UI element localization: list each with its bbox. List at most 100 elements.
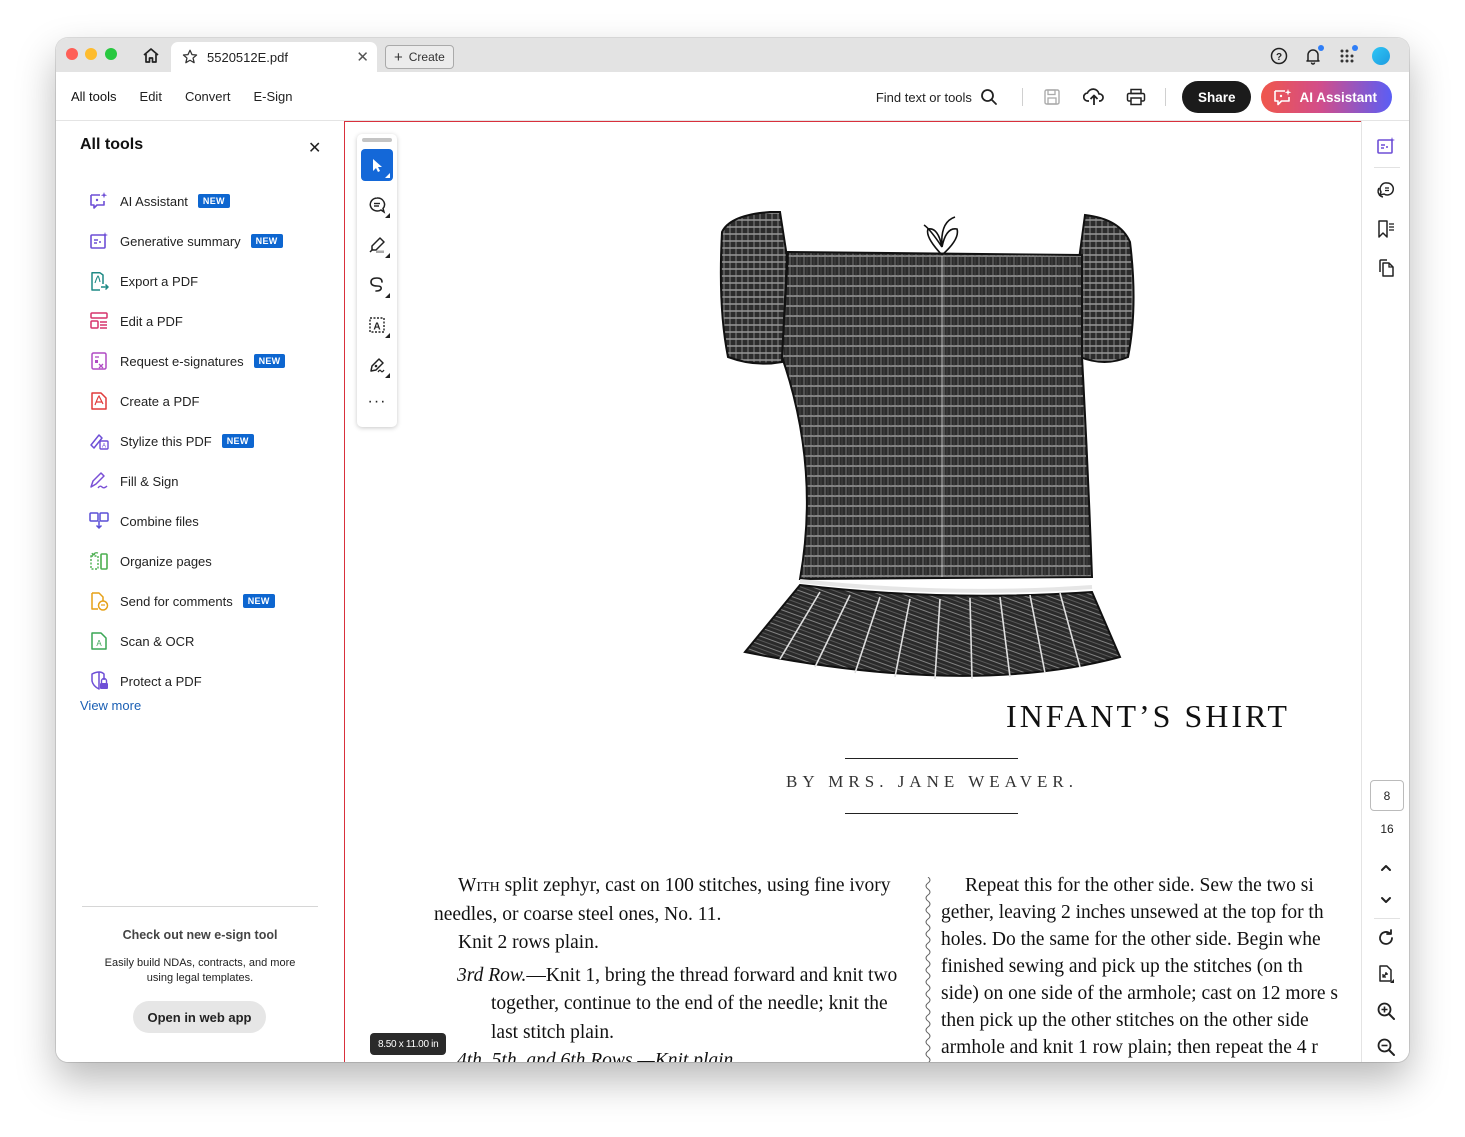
create-pdf-icon xyxy=(89,391,109,411)
stylize-pdf-icon: A xyxy=(89,431,109,451)
text-line: Repeat this for the other side. Sew the … xyxy=(965,875,1314,896)
fit-page-button[interactable] xyxy=(1375,963,1397,985)
panel-title: All tools xyxy=(80,136,144,153)
submenu-indicator xyxy=(385,333,390,338)
save-button[interactable] xyxy=(1035,82,1069,112)
select-tool-button[interactable] xyxy=(361,149,393,181)
tool-label: Organize pages xyxy=(120,553,212,569)
find-label: Find text or tools xyxy=(875,89,972,105)
profile-button[interactable] xyxy=(1371,46,1391,66)
tool-item-send-comments[interactable]: Send for comments NEW xyxy=(89,581,285,621)
toolbar-divider xyxy=(1021,88,1023,106)
star-icon[interactable] xyxy=(181,48,199,66)
menu-esign[interactable]: E-Sign xyxy=(253,89,292,104)
protect-pdf-icon xyxy=(89,671,109,691)
svg-text:A: A xyxy=(373,322,380,333)
right-column: Repeat this for the other side. Sew the … xyxy=(941,872,1362,1062)
shirt-illustration xyxy=(719,211,1135,680)
previous-page-button[interactable] xyxy=(1375,857,1397,879)
tool-item-stylize-pdf[interactable]: A Stylize this PDF NEW xyxy=(89,421,285,461)
new-badge: NEW xyxy=(197,194,230,208)
send-comments-icon xyxy=(89,591,109,611)
paragraph-text: Knit 2 rows plain. xyxy=(458,932,599,953)
text-recognition-tool-button[interactable]: A xyxy=(361,309,393,341)
pen-sign-icon xyxy=(370,358,385,373)
tool-item-ai-assistant[interactable]: AI Assistant NEW xyxy=(89,181,285,221)
notifications-button[interactable] xyxy=(1303,45,1324,66)
tool-item-combine-files[interactable]: Combine files xyxy=(89,501,285,541)
cursor-arrow-icon xyxy=(373,159,382,172)
drag-handle[interactable] xyxy=(362,138,392,142)
tool-label: Scan & OCR xyxy=(120,633,195,649)
text-line: then pick up the other stitches on the o… xyxy=(941,1010,1309,1031)
print-button[interactable] xyxy=(1119,82,1153,112)
apps-button[interactable] xyxy=(1337,45,1358,66)
tool-item-generative-summary[interactable]: Generative summary NEW xyxy=(89,221,285,261)
paragraph: 3rd Row.—Knit 1, bring the thread forwar… xyxy=(434,962,911,1048)
share-button[interactable]: Share xyxy=(1181,81,1252,113)
create-button[interactable]: + Create xyxy=(385,45,454,69)
svg-text:A: A xyxy=(96,639,102,648)
close-panel-icon[interactable]: ✕ xyxy=(308,138,321,158)
draw-tool-button[interactable] xyxy=(361,269,393,301)
tool-item-request-esignatures[interactable]: Request e-signatures NEW xyxy=(89,341,286,381)
next-page-button[interactable] xyxy=(1375,889,1397,911)
submenu-indicator xyxy=(385,213,390,218)
tool-list: AI Assistant NEW Generative summary NEW Expo… xyxy=(89,181,286,701)
tool-item-scan-ocr[interactable]: A Scan & OCR xyxy=(89,621,285,661)
home-button[interactable] xyxy=(140,45,162,67)
text-line: holes. Do the same for the other side. B… xyxy=(941,929,1321,950)
zoom-window-button[interactable] xyxy=(105,48,117,60)
bookmark-icon xyxy=(1378,220,1394,238)
tool-item-edit-pdf[interactable]: Edit a PDF xyxy=(89,301,285,341)
tool-item-protect-pdf[interactable]: Protect a PDF xyxy=(89,661,285,701)
upload-button[interactable] xyxy=(1077,82,1111,112)
bookmarks-rail-button[interactable] xyxy=(1375,218,1397,240)
rail-divider xyxy=(1374,918,1400,919)
view-more-link[interactable]: View more xyxy=(80,698,141,713)
tool-item-organize-pages[interactable]: Organize pages xyxy=(89,541,285,581)
menu-edit[interactable]: Edit xyxy=(140,89,162,104)
rail-divider xyxy=(1374,167,1400,168)
current-page-input[interactable]: 8 xyxy=(1370,780,1404,811)
request-esignatures-icon xyxy=(89,351,109,371)
right-rail: 8 16 xyxy=(1361,121,1409,1062)
ai-assistant-button[interactable]: AI Assistant xyxy=(1261,81,1392,113)
paragraph: With split zephyr, cast on 100 stitches,… xyxy=(434,872,911,929)
open-web-app-button[interactable]: Open in web app xyxy=(133,1001,266,1033)
pages-rail-button[interactable] xyxy=(1375,257,1397,279)
page-thumbnails-icon xyxy=(1379,259,1394,277)
document-tab[interactable]: 5520512E.pdf ✕ xyxy=(171,42,377,72)
row-label: 3rd Row. xyxy=(457,964,527,986)
rotate-button[interactable] xyxy=(1375,927,1397,949)
apps-badge xyxy=(1352,45,1358,51)
document-viewer[interactable]: INFANT’S SHIRT BY MRS. JANE WEAVER. With… xyxy=(344,121,1361,1062)
avatar xyxy=(1372,47,1390,65)
comments-rail-button[interactable] xyxy=(1375,179,1397,201)
close-tab-icon[interactable]: ✕ xyxy=(356,48,369,66)
submenu-indicator xyxy=(385,293,390,298)
sign-tool-button[interactable] xyxy=(361,349,393,381)
tool-label: Export a PDF xyxy=(120,273,199,289)
zoom-in-icon xyxy=(1377,1002,1395,1020)
comment-tool-button[interactable] xyxy=(361,189,393,221)
left-column: With split zephyr, cast on 100 stitches,… xyxy=(434,872,911,1062)
menu-all-tools[interactable]: All tools xyxy=(71,89,117,104)
find-button[interactable]: Find text or tools xyxy=(876,88,998,106)
tool-item-create-pdf[interactable]: Create a PDF xyxy=(89,381,285,421)
notification-badge xyxy=(1318,45,1324,51)
minimize-window-button[interactable] xyxy=(85,48,97,60)
generative-summary-rail-button[interactable] xyxy=(1375,135,1397,157)
help-button[interactable]: ? xyxy=(1269,46,1289,66)
menu-convert[interactable]: Convert xyxy=(185,89,231,104)
tool-label: Generative summary xyxy=(120,233,241,249)
tool-label: Send for comments xyxy=(120,593,233,609)
more-tools-button[interactable]: ··· xyxy=(361,389,393,421)
highlight-tool-button[interactable] xyxy=(361,229,393,261)
close-window-button[interactable] xyxy=(66,48,78,60)
zoom-in-button[interactable] xyxy=(1375,1000,1397,1022)
zoom-out-button[interactable] xyxy=(1375,1036,1397,1058)
tool-item-export-pdf[interactable]: Export a PDF xyxy=(89,261,285,301)
tool-item-fill-sign[interactable]: Fill & Sign xyxy=(89,461,285,501)
tool-label: Fill & Sign xyxy=(120,473,179,489)
